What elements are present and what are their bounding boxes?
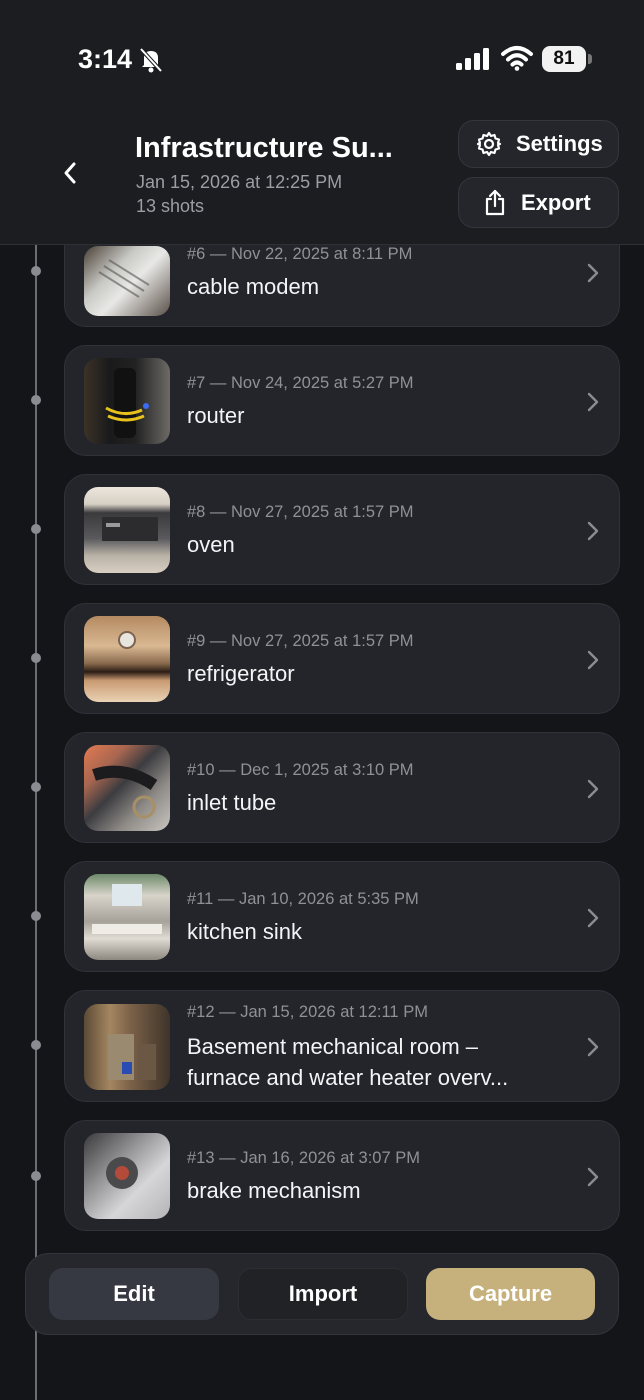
chevron-right-icon xyxy=(587,521,599,541)
battery-level: 81 xyxy=(542,46,586,72)
shot-title: kitchen sink xyxy=(187,919,302,944)
status-time: 3:14 xyxy=(78,44,133,74)
shot-row-10[interactable]: #10 — Dec 1, 2025 at 3:10 PM inlet tube xyxy=(64,732,620,843)
shot-title: refrigerator xyxy=(187,661,295,686)
shot-title-line2: furnace and water heater overv... xyxy=(187,1065,509,1090)
timeline-dot xyxy=(31,524,41,534)
timeline-dot xyxy=(31,1171,41,1181)
cellular-signal-icon xyxy=(456,48,489,70)
settings-button[interactable]: Settings xyxy=(458,120,619,168)
shot-count: 13 shots xyxy=(136,196,205,216)
shot-row-11[interactable]: #11 — Jan 10, 2026 at 5:35 PM kitchen si… xyxy=(64,861,620,972)
bell-slash-icon xyxy=(139,47,163,73)
chevron-left-icon xyxy=(64,162,76,184)
settings-label: Settings xyxy=(516,131,603,156)
shot-thumbnail xyxy=(84,246,170,316)
timeline-dot xyxy=(31,1040,41,1050)
shot-meta: #11 — Jan 10, 2026 at 5:35 PM xyxy=(187,890,419,908)
chevron-right-icon xyxy=(587,650,599,670)
chevron-right-icon xyxy=(587,1037,599,1057)
navigation-header: 3:14 81 Infrastructure Su... Jan 15, 202… xyxy=(0,0,644,245)
timeline-dot xyxy=(31,653,41,663)
shot-row-7[interactable]: #7 — Nov 24, 2025 at 5:27 PM router xyxy=(64,345,620,456)
timeline-dot xyxy=(31,782,41,792)
timeline-line xyxy=(35,240,37,1400)
timeline-dot xyxy=(31,395,41,405)
shot-thumbnail xyxy=(84,358,170,444)
export-label: Export xyxy=(521,189,591,215)
back-button[interactable] xyxy=(52,155,88,191)
chevron-right-icon xyxy=(587,1167,599,1187)
session-date: Jan 15, 2026 at 12:25 PM xyxy=(136,172,343,192)
shot-row-9[interactable]: #9 — Nov 27, 2025 at 1:57 PM refrigerato… xyxy=(64,603,620,714)
shot-title: oven xyxy=(187,532,235,557)
shot-thumbnail xyxy=(84,487,170,573)
shot-thumbnail xyxy=(84,616,170,702)
timeline-dot xyxy=(31,911,41,921)
shot-thumbnail xyxy=(84,1133,170,1219)
shot-title: cable modem xyxy=(187,274,320,299)
battery-indicator: 81 xyxy=(542,46,592,72)
shot-title-line1: Basement mechanical room – xyxy=(187,1034,479,1059)
bottom-action-bar: Edit Import Capture xyxy=(25,1253,619,1335)
chevron-right-icon xyxy=(587,779,599,799)
shot-row-13[interactable]: #13 — Jan 16, 2026 at 3:07 PM brake mech… xyxy=(64,1120,620,1231)
battery-tip xyxy=(588,54,592,64)
shot-meta: #12 — Jan 15, 2026 at 12:11 PM xyxy=(187,1003,428,1021)
page-title: Infrastructure Su... xyxy=(135,132,393,164)
shot-title: inlet tube xyxy=(187,790,277,815)
shot-meta: #6 — Nov 22, 2025 at 8:11 PM xyxy=(187,245,413,263)
import-button[interactable]: Import xyxy=(238,1268,408,1320)
shot-thumbnail xyxy=(84,745,170,831)
shot-title: brake mechanism xyxy=(187,1178,361,1203)
shot-meta: #13 — Jan 16, 2026 at 3:07 PM xyxy=(187,1149,420,1167)
gear-icon xyxy=(476,131,502,157)
shot-meta: #9 — Nov 27, 2025 at 1:57 PM xyxy=(187,632,414,650)
shot-thumbnail xyxy=(84,1004,170,1090)
export-button[interactable]: Export xyxy=(458,177,619,228)
shot-thumbnail xyxy=(84,874,170,960)
shot-meta: #10 — Dec 1, 2025 at 3:10 PM xyxy=(187,761,414,779)
shot-title: router xyxy=(187,403,245,428)
shot-meta: #8 — Nov 27, 2025 at 1:57 PM xyxy=(187,503,414,521)
capture-button[interactable]: Capture xyxy=(426,1268,595,1320)
shot-row-8[interactable]: #8 — Nov 27, 2025 at 1:57 PM oven xyxy=(64,474,620,585)
shot-row-12[interactable]: #12 — Jan 15, 2026 at 12:11 PM Basement … xyxy=(64,990,620,1102)
shot-meta: #7 — Nov 24, 2025 at 5:27 PM xyxy=(187,374,414,392)
chevron-right-icon xyxy=(587,908,599,928)
wifi-icon xyxy=(501,46,533,71)
chevron-right-icon xyxy=(587,392,599,412)
chevron-right-icon xyxy=(587,263,599,283)
edit-button[interactable]: Edit xyxy=(49,1268,219,1320)
timeline-dot xyxy=(31,266,41,276)
status-bar: 3:14 81 xyxy=(0,0,644,110)
share-icon xyxy=(485,189,505,215)
